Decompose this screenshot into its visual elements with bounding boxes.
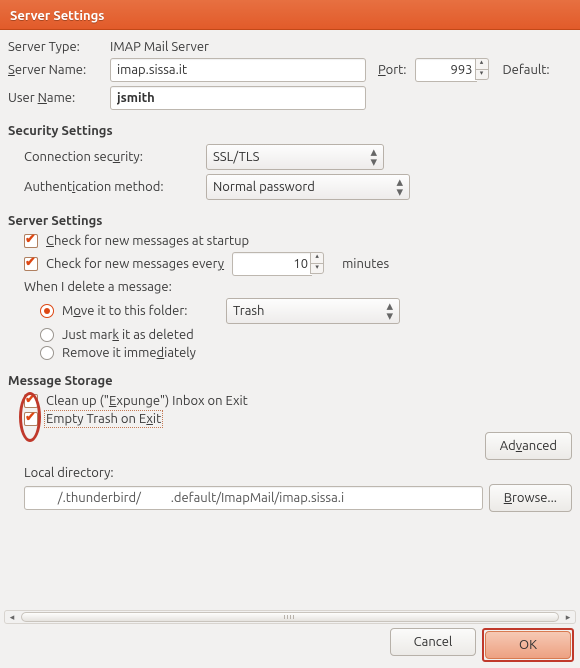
combo-arrows-icon: ▴▾ bbox=[370, 148, 377, 166]
user-name-input[interactable] bbox=[110, 86, 366, 110]
check-every-row: Check for new messages every ▴ ▾ minutes bbox=[8, 252, 572, 276]
check-startup-label: Check for new messages at startup bbox=[46, 234, 249, 248]
check-every-checkbox[interactable] bbox=[24, 257, 38, 271]
storage-section-title: Message Storage bbox=[8, 374, 572, 388]
check-startup-row[interactable]: Check for new messages at startup bbox=[8, 234, 572, 248]
advanced-row: Advanced bbox=[8, 432, 572, 460]
cleanup-checkbox[interactable] bbox=[24, 394, 38, 408]
scroll-thumb[interactable] bbox=[21, 612, 559, 622]
conn-security-value: SSL/TLS bbox=[213, 150, 259, 164]
server-name-input[interactable] bbox=[110, 58, 366, 82]
port-label: Port: bbox=[378, 63, 407, 77]
conn-security-row: Connection security: SSL/TLS ▴▾ bbox=[8, 144, 572, 170]
conn-security-combo[interactable]: SSL/TLS ▴▾ bbox=[206, 144, 384, 170]
server-name-label: Server Name: bbox=[8, 63, 102, 77]
window-titlebar: Server Settings bbox=[0, 0, 580, 30]
auth-method-combo[interactable]: Normal password ▴▾ bbox=[206, 174, 410, 200]
server-name-row: Server Name: Port: ▴ ▾ Default: bbox=[8, 58, 572, 82]
move-folder-label: Move it to this folder: bbox=[62, 304, 218, 318]
cleanup-label: Clean up ("Expunge") Inbox on Exit bbox=[46, 394, 248, 408]
browse-label: Browse... bbox=[504, 491, 557, 505]
port-input[interactable] bbox=[415, 58, 477, 82]
auth-method-row: Authentication method: Normal password ▴… bbox=[8, 174, 572, 200]
server-type-label: Server Type: bbox=[8, 40, 102, 54]
check-startup-checkbox[interactable] bbox=[24, 234, 38, 248]
trash-value: Trash bbox=[233, 304, 264, 318]
remove-immediately-radio[interactable] bbox=[40, 346, 54, 360]
spin-down-icon[interactable]: ▾ bbox=[475, 69, 489, 80]
empty-trash-checkbox[interactable] bbox=[24, 412, 38, 426]
default-label: Default: bbox=[503, 63, 550, 77]
spin-up-icon[interactable]: ▴ bbox=[310, 252, 324, 263]
minutes-unit: minutes bbox=[342, 257, 389, 271]
combo-arrows-icon: ▴▾ bbox=[386, 302, 393, 320]
local-dir-label: Local directory: bbox=[24, 466, 114, 480]
mark-deleted-label: Just mark it as deleted bbox=[62, 328, 194, 342]
ok-button[interactable]: OK bbox=[485, 631, 571, 659]
dialog-content: Server Type: IMAP Mail Server Server Nam… bbox=[0, 30, 580, 512]
empty-trash-label: Empty Trash on Exit bbox=[46, 412, 161, 426]
move-folder-row: Move it to this folder: Trash ▴▾ bbox=[8, 298, 572, 324]
ok-label: OK bbox=[519, 638, 537, 652]
move-folder-radio[interactable] bbox=[40, 304, 54, 318]
dialog-footer: Cancel OK bbox=[390, 628, 574, 662]
trash-combo[interactable]: Trash ▴▾ bbox=[226, 298, 400, 324]
spin-up-icon[interactable]: ▴ bbox=[475, 58, 489, 69]
empty-trash-row[interactable]: Empty Trash on Exit bbox=[8, 412, 572, 426]
mark-deleted-row[interactable]: Just mark it as deleted bbox=[8, 328, 572, 342]
remove-immediately-label: Remove it immediately bbox=[62, 346, 196, 360]
user-name-label: User Name: bbox=[8, 91, 102, 105]
spin-down-icon[interactable]: ▾ bbox=[310, 263, 324, 274]
local-dir-row: Browse... bbox=[8, 484, 572, 512]
check-every-input[interactable] bbox=[232, 252, 312, 276]
combo-arrows-icon: ▴▾ bbox=[396, 178, 403, 196]
remove-immediately-row[interactable]: Remove it immediately bbox=[8, 346, 572, 360]
server-type-row: Server Type: IMAP Mail Server bbox=[8, 40, 572, 54]
cleanup-row[interactable]: Clean up ("Expunge") Inbox on Exit bbox=[8, 394, 572, 408]
minutes-spinner[interactable]: ▴ ▾ bbox=[310, 252, 324, 276]
delete-label: When I delete a message: bbox=[24, 280, 172, 294]
scroll-left-icon[interactable]: ◂ bbox=[5, 612, 19, 623]
window-title: Server Settings bbox=[10, 9, 104, 23]
check-every-label: Check for new messages every bbox=[46, 257, 224, 271]
advanced-label: Advanced bbox=[500, 439, 557, 453]
horizontal-scrollbar[interactable]: ◂ ▸ bbox=[4, 610, 576, 624]
auth-method-label: Authentication method: bbox=[24, 180, 198, 194]
server-type-value: IMAP Mail Server bbox=[110, 40, 209, 54]
auth-method-value: Normal password bbox=[213, 180, 315, 194]
local-dir-input[interactable] bbox=[24, 486, 483, 510]
port-spinner[interactable]: ▴ ▾ bbox=[475, 58, 489, 82]
scroll-right-icon[interactable]: ▸ bbox=[561, 612, 575, 623]
delete-label-row: When I delete a message: bbox=[8, 280, 572, 294]
ok-highlight-annotation: OK bbox=[482, 628, 574, 662]
browse-button[interactable]: Browse... bbox=[489, 484, 572, 512]
cancel-label: Cancel bbox=[414, 635, 453, 649]
advanced-button[interactable]: Advanced bbox=[485, 432, 572, 460]
local-dir-label-row: Local directory: bbox=[8, 466, 572, 480]
security-section-title: Security Settings bbox=[8, 124, 572, 138]
user-name-row: User Name: bbox=[8, 86, 572, 110]
mark-deleted-radio[interactable] bbox=[40, 328, 54, 342]
conn-security-label: Connection security: bbox=[24, 150, 198, 164]
cancel-button[interactable]: Cancel bbox=[390, 628, 476, 656]
server-settings-section-title: Server Settings bbox=[8, 214, 572, 228]
